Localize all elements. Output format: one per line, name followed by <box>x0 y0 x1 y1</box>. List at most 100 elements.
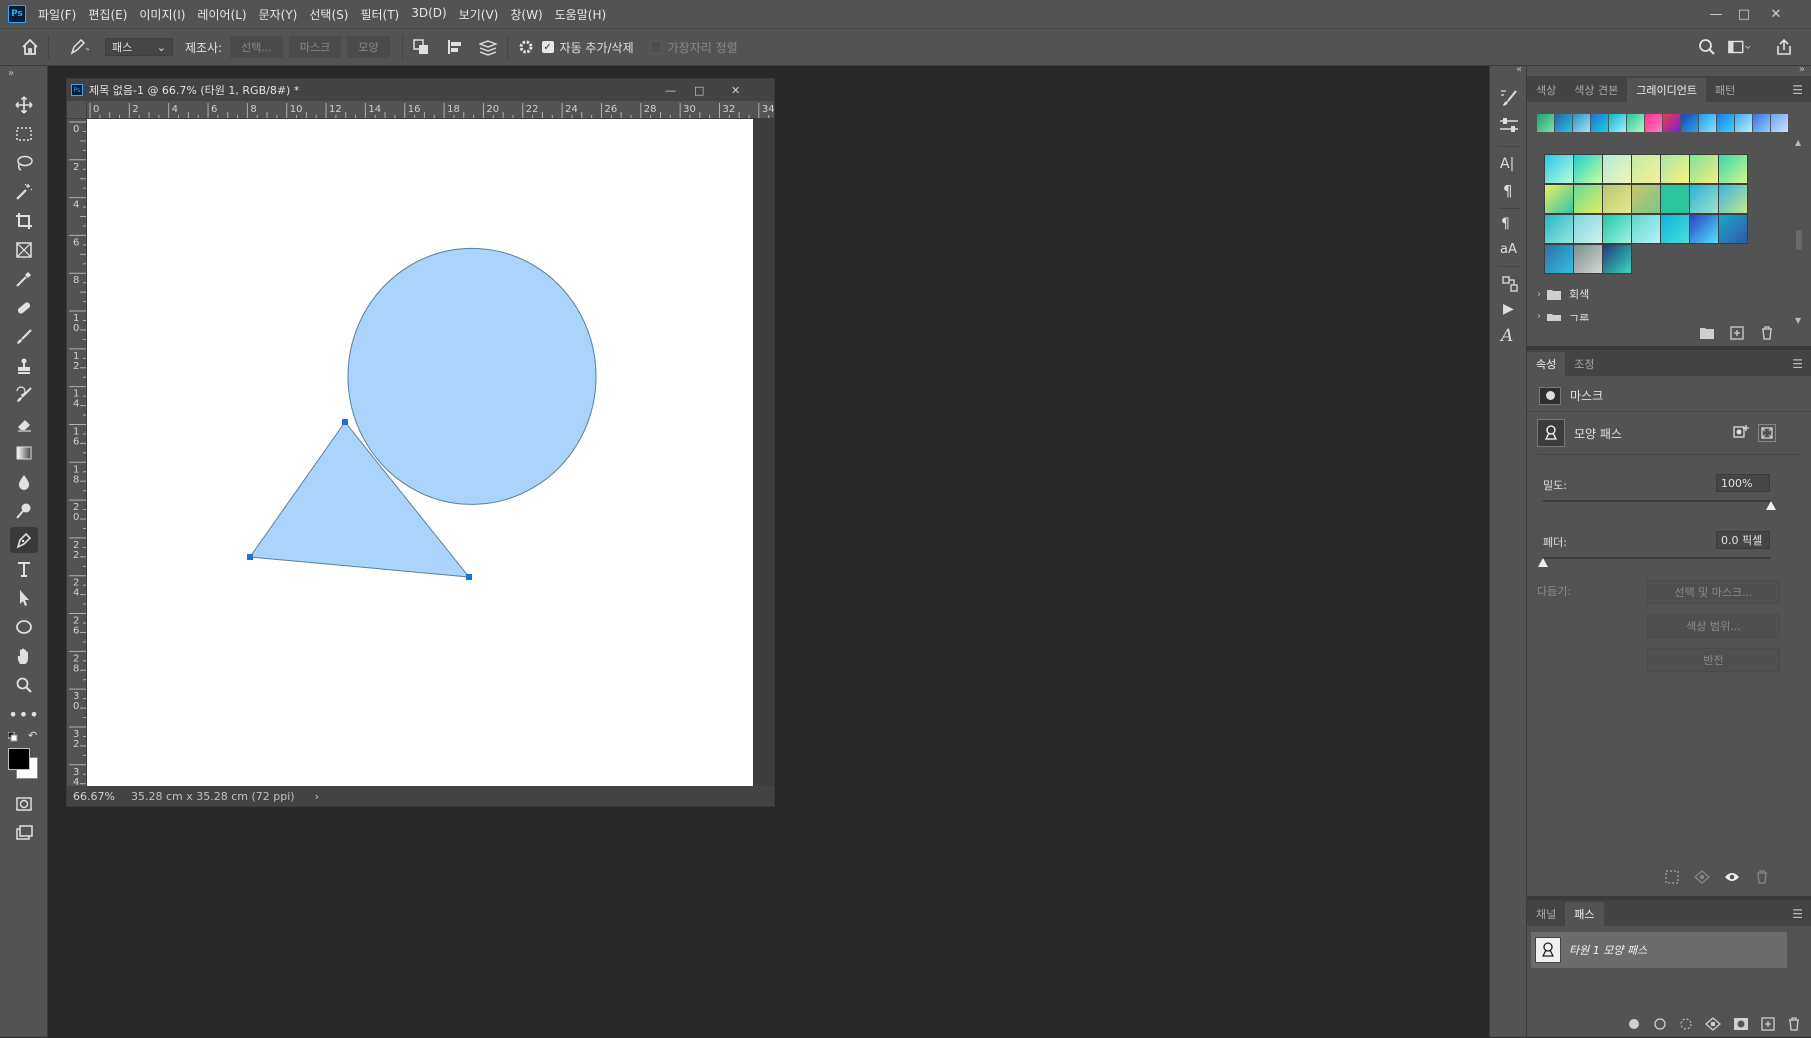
character-styles-icon[interactable]: aA <box>1500 242 1517 257</box>
screen-mode-icon[interactable] <box>10 820 38 846</box>
gradient-tool-icon[interactable] <box>10 440 38 466</box>
zoom-tool-icon[interactable] <box>10 672 38 698</box>
gradient-swatch[interactable] <box>1718 184 1748 214</box>
menu-item[interactable]: 창(W) <box>504 6 548 23</box>
menu-item[interactable]: 3D(D) <box>405 6 452 23</box>
path-arrangement-icon[interactable] <box>477 35 501 59</box>
chevron-right-icon[interactable]: › <box>315 790 319 803</box>
foreground-color-swatch[interactable] <box>8 748 30 770</box>
new-path-icon[interactable] <box>1761 1016 1775 1034</box>
actions-play-icon[interactable]: ▶ <box>1503 301 1514 317</box>
invert-button[interactable]: 반전 <box>1647 648 1780 672</box>
gradient-swatch[interactable] <box>1544 244 1574 274</box>
vertical-ruler[interactable]: 0246810121416182022242628303234 <box>67 119 87 786</box>
history-panel-icon[interactable] <box>1500 274 1520 297</box>
gradient-swatch[interactable] <box>1573 154 1603 184</box>
paragraph-panel-icon[interactable]: ¶ <box>1503 182 1513 200</box>
zoom-level[interactable]: 66.67% <box>73 790 123 803</box>
feather-slider-track[interactable] <box>1543 557 1771 559</box>
gradient-swatch[interactable] <box>1544 154 1574 184</box>
ruler-origin[interactable] <box>67 101 87 119</box>
gradient-swatch[interactable] <box>1718 214 1748 244</box>
menu-item[interactable]: 문자(Y) <box>253 6 304 23</box>
frame-tool-icon[interactable] <box>10 237 38 263</box>
panel-tab[interactable]: 속성 <box>1527 352 1566 376</box>
gradient-swatch[interactable] <box>1573 244 1603 274</box>
search-icon[interactable] <box>1695 35 1719 59</box>
gradient-swatch[interactable] <box>1631 214 1661 244</box>
auto-add-delete-checkbox[interactable]: ✓ <box>541 41 554 53</box>
clone-stamp-tool-icon[interactable] <box>10 353 38 379</box>
tool-mode-dropdown[interactable]: 패스 ⌄ <box>105 38 173 56</box>
density-input[interactable]: 100% <box>1716 474 1770 492</box>
menu-item[interactable]: 필터(T) <box>354 6 405 23</box>
gradient-swatch[interactable] <box>1631 154 1661 184</box>
trash-icon[interactable] <box>1747 870 1777 884</box>
load-selection-icon[interactable] <box>1657 870 1687 884</box>
gear-icon[interactable] <box>514 35 538 59</box>
close-window-button[interactable]: ✕ <box>1761 0 1791 28</box>
path-selection-tool-icon[interactable] <box>10 585 38 611</box>
gradient-swatch[interactable] <box>1660 154 1690 184</box>
glyphs-panel-icon[interactable]: A <box>1501 326 1513 346</box>
expand-toolbar-icon[interactable]: » <box>8 68 14 79</box>
gradient-swatch[interactable] <box>1602 154 1632 184</box>
path-anchor-point[interactable] <box>342 419 348 425</box>
trash-icon[interactable] <box>1752 326 1782 340</box>
ellipse-tool-icon[interactable] <box>10 614 38 640</box>
document-canvas[interactable] <box>87 119 774 786</box>
gradient-folder-group[interactable]: › 그룹 <box>1537 311 1589 321</box>
magic-wand-tool-icon[interactable] <box>10 179 38 205</box>
density-slider-track[interactable] <box>1543 500 1771 502</box>
eyedropper-tool-icon[interactable] <box>10 266 38 292</box>
gradient-swatch[interactable] <box>1689 184 1719 214</box>
gradient-swatch[interactable] <box>1689 154 1719 184</box>
select-and-mask-button[interactable]: 선택 및 마스크... <box>1647 580 1780 604</box>
menu-item[interactable]: 보기(V) <box>453 6 505 23</box>
horizontal-ruler[interactable]: 0 2 4 6 8 10 12 14 16 18 20 22 24 26 28 30 32 34 <box>87 101 774 119</box>
lasso-tool-icon[interactable] <box>10 150 38 176</box>
brush-tool-icon[interactable] <box>10 324 38 350</box>
document-minimize-button[interactable]: — <box>665 84 676 97</box>
make-selection-button[interactable]: 선택... <box>230 36 283 58</box>
menu-item[interactable]: 도움말(H) <box>549 6 613 23</box>
collapse-panel-column-icon[interactable]: » <box>1799 64 1805 75</box>
gradient-scrollbar[interactable]: ▲ ▼ <box>1795 138 1803 328</box>
make-work-path-icon[interactable] <box>1705 1016 1721 1034</box>
make-shape-button[interactable]: 모양 <box>347 36 390 58</box>
gradient-swatch[interactable] <box>1718 154 1748 184</box>
new-group-folder-icon[interactable] <box>1692 327 1722 339</box>
gradient-folder-gray[interactable]: › 회색 <box>1537 286 1589 302</box>
eraser-tool-icon[interactable] <box>10 411 38 437</box>
more-tools-icon[interactable]: ••• <box>8 701 38 727</box>
align-edges-checkbox[interactable] <box>649 41 662 53</box>
path-operations-icon[interactable] <box>409 35 433 59</box>
path-list-item[interactable]: 타원 1 모양 패스 <box>1531 932 1787 968</box>
blur-tool-icon[interactable] <box>10 469 38 495</box>
panel-menu-icon[interactable]: ☰ <box>1792 352 1811 376</box>
gradient-swatch[interactable] <box>1602 184 1632 214</box>
add-mask-icon[interactable] <box>1733 1017 1749 1034</box>
path-anchor-point[interactable] <box>247 554 253 560</box>
path-alignment-icon[interactable] <box>443 35 467 59</box>
feather-slider-thumb[interactable] <box>1538 558 1548 567</box>
crop-tool-icon[interactable] <box>10 208 38 234</box>
home-icon[interactable] <box>18 35 42 59</box>
load-path-as-selection-icon[interactable] <box>1679 1017 1693 1034</box>
feather-input[interactable]: 0.0 픽셀 <box>1716 531 1770 549</box>
default-colors-icon[interactable] <box>7 731 18 742</box>
select-mask-icon[interactable] <box>1758 424 1776 442</box>
collapse-panels-icon[interactable]: « <box>1516 64 1522 75</box>
swap-colors-icon[interactable]: ↶ <box>28 729 37 742</box>
document-maximize-button[interactable]: □ <box>694 84 704 97</box>
document-close-button[interactable]: ✕ <box>731 84 740 97</box>
menu-item[interactable]: 선택(S) <box>303 6 354 23</box>
new-gradient-icon[interactable] <box>1722 326 1752 340</box>
panel-tab[interactable]: 조정 <box>1565 352 1603 376</box>
maximize-window-button[interactable]: □ <box>1729 0 1759 28</box>
adjustments-sliders-icon[interactable] <box>1498 116 1520 139</box>
panel-tab[interactable]: 채널 <box>1527 902 1565 926</box>
brush-settings-icon[interactable] <box>1498 88 1520 111</box>
density-slider-thumb[interactable] <box>1766 501 1776 510</box>
color-range-button[interactable]: 색상 범위... <box>1647 614 1780 638</box>
